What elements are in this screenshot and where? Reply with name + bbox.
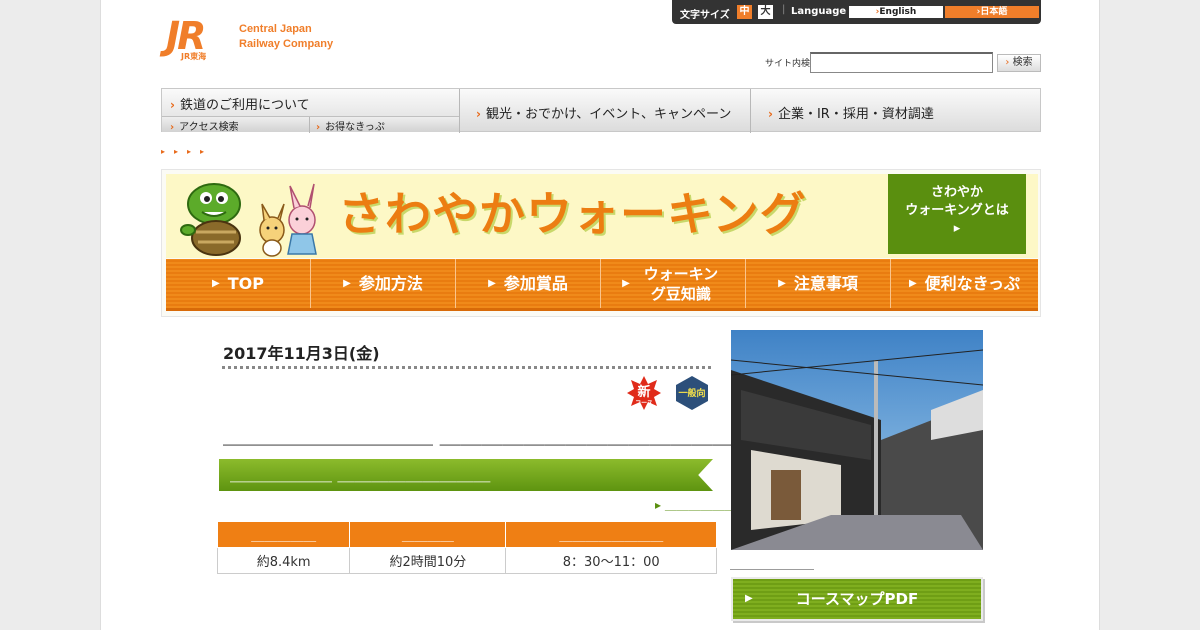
font-size-large-button[interactable]: 大: [758, 5, 773, 19]
nav-divider: [750, 89, 751, 133]
nav-sightseeing-link[interactable]: › 観光・おでかけ、イベント、キャンペーン: [476, 103, 731, 122]
general-level-badge-icon: 一般向: [675, 376, 709, 410]
play-arrow-icon: ▶: [343, 277, 351, 289]
street-photo-illustration: [731, 330, 983, 550]
tab-prizes-label: 参加賞品: [503, 273, 568, 293]
chevron-right-icon: ›: [316, 122, 321, 133]
utility-bar: 文字サイズ 中 大 | Language ›English ›日本語: [672, 0, 1041, 24]
nav-access-label: アクセス検索: [179, 122, 239, 133]
util-divider: |: [782, 4, 786, 15]
play-arrow-icon: ▶: [488, 277, 496, 289]
pdf-button-label: コースマップPDF: [795, 590, 919, 608]
logo-sub: JR東海: [181, 52, 207, 61]
chevron-right-icon: ›: [170, 122, 175, 133]
nav-corporate-link[interactable]: › 企業・IR・採用・資材調達: [768, 103, 934, 122]
table-header-time: ＿＿＿＿: [349, 521, 507, 548]
about-arrow-icon: ▸: [953, 221, 961, 236]
tab-top[interactable]: ▶ TOP: [166, 259, 311, 308]
nav-tickets-label: お得なきっぷ: [325, 122, 385, 133]
nav-rail-link[interactable]: › 鉄道のご利用について: [170, 94, 310, 113]
chevron-right-icon: ›: [768, 107, 773, 121]
english-label: English: [879, 7, 917, 17]
play-arrow-icon: ▶: [908, 277, 917, 289]
logo-text: Central Japan Railway Company: [239, 22, 333, 52]
new-course-badge-icon: 新 コース: [627, 376, 661, 410]
table-header-row: ＿＿＿＿＿ ＿＿＿＿ ＿＿＿＿＿＿＿＿: [216, 521, 717, 548]
about-line-1: さわやか: [930, 185, 983, 200]
global-nav: › 鉄道のご利用について › アクセス検索 › お得なきっぷ › 観光・おでかけ、イベン…: [161, 88, 1041, 133]
search-button-label: 検索: [1012, 57, 1033, 68]
about-line-2: ウォーキングとは: [905, 203, 1009, 218]
play-arrow-icon: ▶: [745, 593, 753, 604]
table-cell-distance: 約8.4km: [216, 547, 351, 574]
course-photo: [731, 330, 983, 550]
chevron-right-icon: ›: [170, 98, 175, 112]
table-row: 約8.4km 約2時間10分 8：30～11：00: [216, 547, 717, 574]
photo-caption: ＿＿＿＿＿＿＿: [730, 557, 815, 571]
table-cell-time: 約2時間10分: [349, 547, 507, 574]
nav-sightseeing-label: 観光・おでかけ、イベント、キャンペーン: [485, 107, 732, 122]
play-arrow-icon: ▶: [622, 277, 630, 289]
course-map-pdf-button[interactable]: ▶ コースマップPDF: [731, 577, 983, 621]
tab-top-label: TOP: [227, 273, 264, 293]
walking-banner: さわやかウォーキング さわやか ウォーキングとは ▸ ▶ TOP ▶ 参加方法 ▶ 参…: [161, 169, 1041, 317]
course-info-table: ＿＿＿＿＿ ＿＿＿＿ ＿＿＿＿＿＿＿＿ 約8.4km 約2時間10分 8：30～…: [216, 521, 717, 574]
logo-line-2: Railway Company: [239, 38, 334, 50]
play-arrow-icon: ▶: [212, 277, 220, 289]
font-size-medium-button[interactable]: 中: [737, 5, 752, 19]
tab-how-to-join-label: 参加方法: [358, 273, 423, 293]
mascot-characters-illustration: [180, 183, 317, 257]
nav-rail-label: 鉄道のご利用について: [179, 98, 310, 113]
badge-new-sub: コース: [635, 400, 653, 407]
badge-general-text: 一般向: [678, 389, 706, 399]
tab-how-to-join[interactable]: ▶ 参加方法: [311, 259, 456, 308]
english-button[interactable]: ›English: [849, 6, 943, 18]
dotted-divider: [222, 366, 711, 369]
logo-line-1: Central Japan: [239, 23, 312, 35]
search-input[interactable]: [810, 52, 993, 73]
banner-header: さわやかウォーキング さわやか ウォーキングとは ▸: [166, 174, 1038, 258]
tab-walking-tips[interactable]: ▶ ウォーキング豆知識: [601, 259, 746, 308]
japanese-button[interactable]: ›日本語: [945, 6, 1039, 18]
course-title: ＿＿＿＿＿＿＿＿＿＿ ＿＿＿＿＿＿＿＿＿＿＿＿＿＿＿: [223, 424, 755, 448]
tab-prizes[interactable]: ▶ 参加賞品: [456, 259, 601, 308]
course-subtitle-bar: ＿＿＿＿＿＿ ＿＿＿＿＿＿＿＿＿: [219, 459, 713, 491]
banner-title: さわやかウォーキング: [338, 187, 807, 241]
tab-walking-tips-label: ウォーキング豆知識: [643, 264, 719, 303]
search-button[interactable]: › 検索: [997, 54, 1041, 72]
logo-mark: JR: [166, 14, 206, 58]
tab-tickets[interactable]: ▶ 便利なきっぷ: [891, 259, 1038, 308]
font-size-label: 文字サイズ: [680, 10, 730, 21]
language-label: Language: [791, 6, 847, 17]
tab-notes-label: 注意事項: [793, 273, 858, 293]
breadcrumb[interactable]: ▸▸▸▸: [161, 147, 213, 156]
search-arrow: ›: [1005, 57, 1010, 68]
chevron-right-icon: ›: [476, 107, 481, 121]
table-cell-start: 8：30～11：00: [505, 547, 717, 574]
jr-logo[interactable]: JR JR東海: [166, 17, 228, 61]
table-header-distance: ＿＿＿＿＿: [216, 521, 351, 548]
japanese-label: 日本語: [980, 7, 1008, 17]
table-header-start: ＿＿＿＿＿＿＿＿: [505, 521, 717, 548]
nav-corporate-label: 企業・IR・採用・資材調達: [777, 107, 934, 122]
tab-notes[interactable]: ▶ 注意事項: [746, 259, 891, 308]
rail-subnav: › アクセス検索 › お得なきっぷ: [162, 116, 459, 133]
about-walking-button[interactable]: さわやか ウォーキングとは ▸: [888, 174, 1026, 254]
nav-access-link[interactable]: › アクセス検索: [170, 118, 239, 133]
page: JR JR東海 Central Japan Railway Company 文字…: [100, 0, 1100, 630]
event-date: 2017年11月3日(金): [223, 344, 380, 363]
walking-tabs: ▶ TOP ▶ 参加方法 ▶ 参加賞品 ▶ ウォーキング豆知識 ▶ 注意事項 ▶ 便利なきっ…: [166, 259, 1038, 311]
play-arrow-icon: ▶: [778, 277, 786, 289]
nav-tickets-link[interactable]: › お得なきっぷ: [316, 118, 385, 133]
subnav-divider: [309, 117, 310, 133]
nav-divider: [459, 89, 460, 133]
tab-tickets-label: 便利なきっぷ: [924, 273, 1021, 293]
